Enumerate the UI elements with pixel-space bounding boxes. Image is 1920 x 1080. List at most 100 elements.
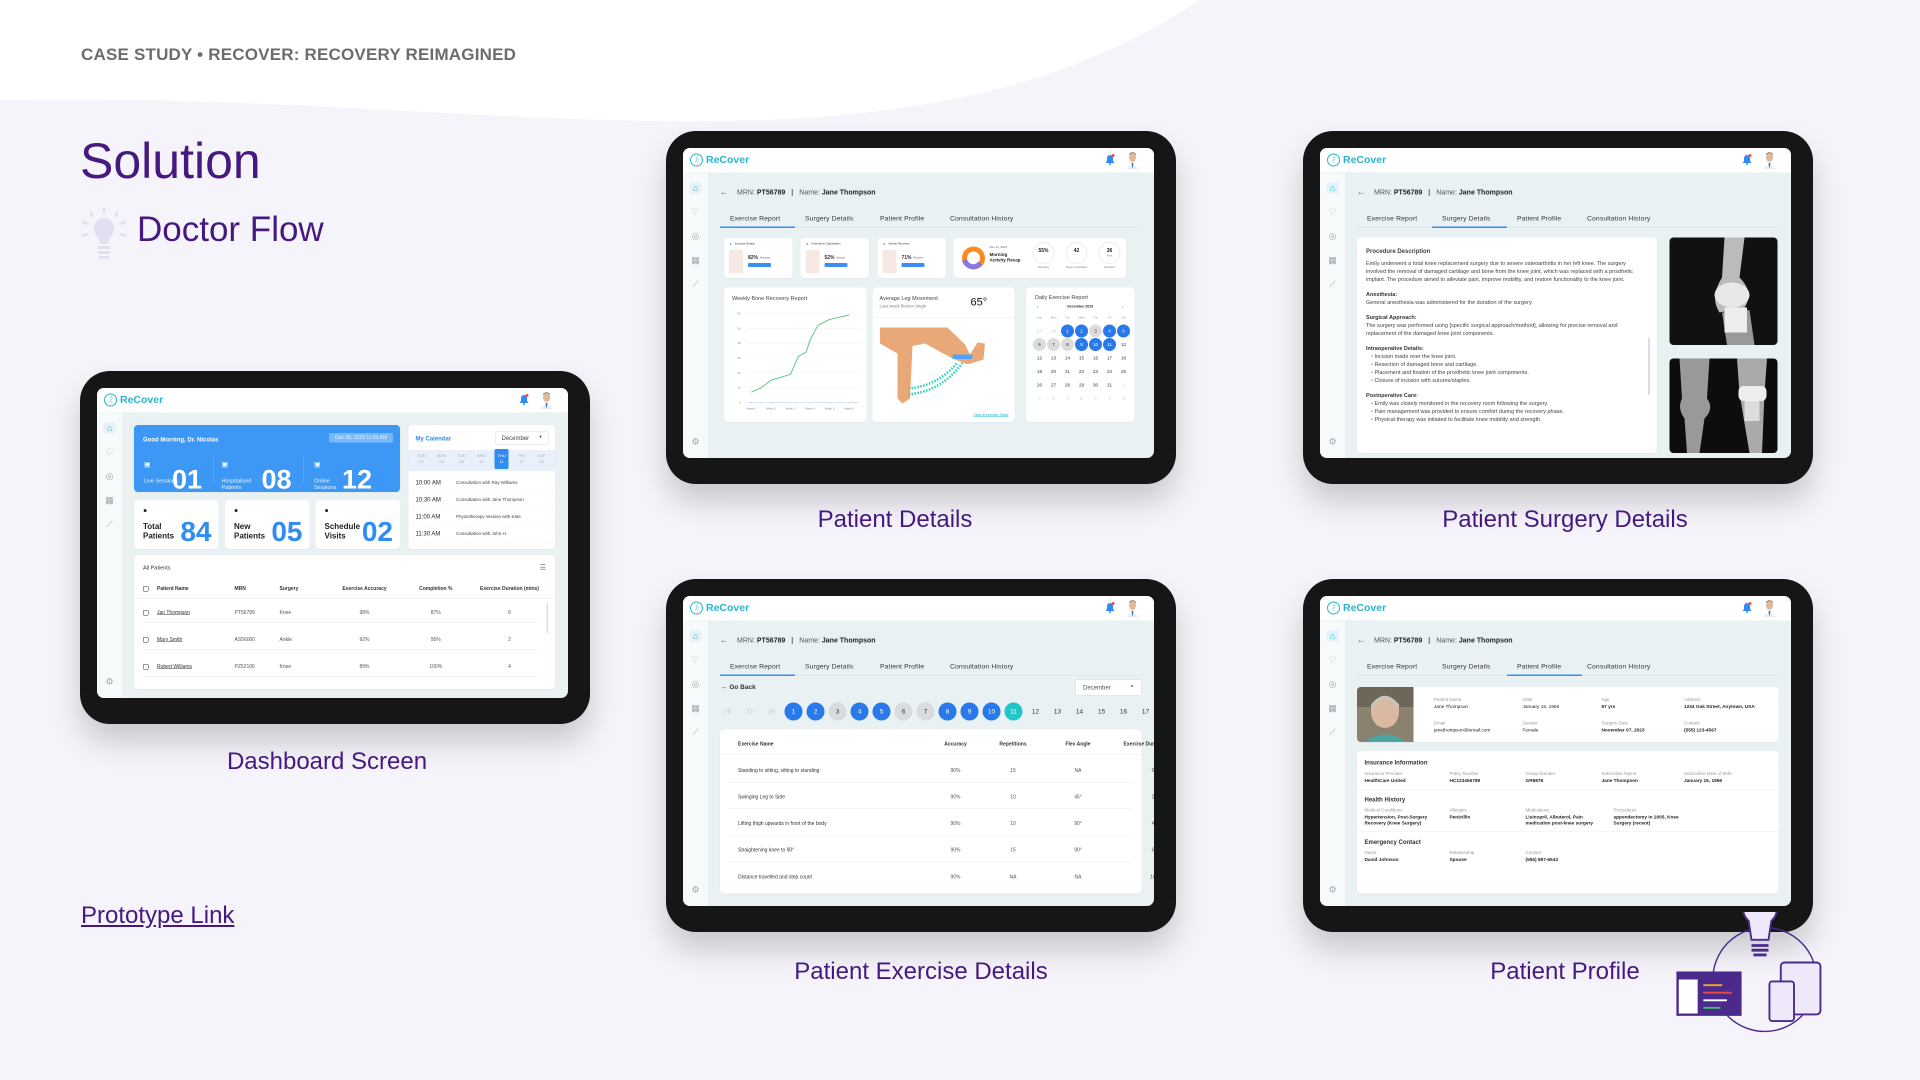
calendar-event[interactable]: 11:30 AM Consultation with John H. [408, 526, 555, 543]
chart-icon[interactable]: ⟋ [104, 518, 116, 530]
day-selector[interactable]: 28 [763, 703, 781, 721]
tab-patient-profile[interactable]: Patient Profile [1507, 212, 1571, 228]
calendar-day[interactable]: 1 [1061, 324, 1074, 338]
day-selector[interactable]: 14 [1071, 703, 1089, 721]
home-icon[interactable]: ⌂ [103, 422, 116, 434]
summary-card[interactable]: ✦ Exercise Details 82% Accuracy [724, 238, 793, 278]
tab-exercise-report[interactable]: Exercise Report [1357, 212, 1427, 228]
calendar-day[interactable]: 3 [1047, 392, 1060, 405]
table-row[interactable]: Mary Smith AS56000 Ankle 92% 95% 2 [143, 630, 538, 650]
view-exercise-stats-link[interactable]: View Exercise Stats [973, 413, 1008, 418]
back-arrow-icon[interactable]: ← [720, 188, 728, 197]
doctor-avatar[interactable] [1125, 152, 1140, 169]
next-month-icon[interactable]: › [1122, 305, 1124, 310]
select-all-checkbox[interactable] [143, 585, 149, 592]
table-row[interactable]: Robert Williams PZ52106 Knee 89% 100% 4 [143, 657, 538, 677]
calendar-day[interactable]: 9 [1075, 338, 1088, 351]
calendar-day[interactable]: 7 [1103, 392, 1116, 405]
day-selector[interactable]: 12 [1027, 703, 1045, 721]
calendar-day[interactable]: 5 [1117, 324, 1130, 338]
summary-card[interactable]: ✦ Knee Bone Calcification 52% Normal [800, 238, 869, 278]
calendar-day[interactable]: MON 08 [435, 453, 449, 468]
row-checkbox[interactable] [143, 664, 149, 670]
patient-name-link[interactable]: Mary Smith [157, 637, 235, 643]
notification-bell-icon[interactable] [1742, 154, 1752, 165]
calendar-event[interactable]: 10:00 AM Consultation with Ray Williams [408, 475, 555, 492]
calendar-day[interactable]: 3 [1089, 324, 1102, 338]
calendar-icon[interactable]: ▦ [1327, 254, 1339, 266]
calendar-day[interactable]: 23 [1089, 365, 1102, 378]
calendar-icon[interactable]: ▦ [690, 702, 702, 714]
calendar-day[interactable]: 12 [1033, 352, 1046, 365]
calendar-day[interactable]: 28 [1061, 379, 1074, 392]
home-icon[interactable]: ⌂ [1326, 630, 1339, 642]
target-icon[interactable]: ◎ [690, 230, 702, 242]
target-icon[interactable]: ◎ [104, 470, 116, 482]
chart-icon[interactable]: ⟋ [690, 278, 702, 290]
chart-icon[interactable]: ⟋ [1327, 726, 1339, 738]
calendar-day[interactable]: 17 [1103, 352, 1116, 365]
chart-icon[interactable]: ⟋ [1327, 278, 1339, 290]
day-selector[interactable]: 2 [806, 702, 825, 721]
patient-name-link[interactable]: Jan Thompson [157, 610, 235, 616]
day-selector[interactable]: 4 [850, 702, 869, 721]
stat-card[interactable]: ● New Patients 05 [225, 500, 310, 549]
day-selector[interactable]: 9 [960, 702, 979, 721]
day-selector[interactable]: 17 [1137, 703, 1155, 721]
day-selector[interactable]: 11 [1004, 702, 1023, 721]
calendar-day[interactable]: WED 10 [475, 453, 489, 468]
back-arrow-icon[interactable]: ← [1357, 636, 1365, 645]
calendar-day[interactable]: 2 [1033, 392, 1046, 405]
day-selector[interactable]: 6 [894, 702, 913, 721]
filter-icon[interactable]: ☰ [540, 563, 546, 572]
day-selector[interactable]: 5 [872, 702, 891, 721]
table-row[interactable]: Lifting thigh upwards in front of the bo… [729, 813, 1154, 836]
tab-patient-profile[interactable]: Patient Profile [870, 212, 934, 228]
calendar-day[interactable]: 14 [1061, 352, 1074, 365]
calendar-icon[interactable]: ▦ [690, 254, 702, 266]
tab-surgery-details[interactable]: Surgery Details [1432, 660, 1500, 676]
calendar-day[interactable]: 21 [1061, 365, 1074, 378]
day-selector[interactable]: 26 [719, 703, 737, 721]
table-row[interactable]: Jan Thompson PT56789 Knee 98% 87% 6 [143, 603, 538, 623]
calendar-day[interactable]: 30 [1089, 379, 1102, 392]
calendar-day[interactable]: 29 [1075, 379, 1088, 392]
calendar-day[interactable]: 27 [1047, 379, 1060, 392]
tab-patient-profile[interactable]: Patient Profile [1507, 660, 1582, 676]
settings-icon[interactable]: ⚙ [690, 436, 702, 448]
calendar-day[interactable]: 19 [1033, 365, 1046, 378]
calendar-day[interactable]: 13 [1047, 352, 1060, 365]
doctor-avatar[interactable] [539, 392, 554, 409]
table-scrollbar[interactable] [546, 603, 548, 633]
settings-icon[interactable]: ⚙ [690, 884, 702, 896]
stat-card[interactable]: ● Schedule Visits 02 [315, 500, 400, 549]
day-selector[interactable]: 7 [916, 702, 935, 721]
day-selector[interactable]: 16 [1115, 703, 1133, 721]
settings-icon[interactable]: ⚙ [1327, 436, 1339, 448]
calendar-icon[interactable]: ▦ [1327, 702, 1339, 714]
tab-patient-profile[interactable]: Patient Profile [870, 660, 934, 676]
calendar-day[interactable]: 5 [1075, 392, 1088, 405]
calendar-day[interactable]: TUE 09 [455, 453, 469, 468]
heart-icon[interactable]: ♡ [1327, 654, 1339, 666]
calendar-day[interactable]: 25 [1117, 365, 1130, 378]
calendar-day[interactable]: 2 [1075, 324, 1088, 338]
tab-surgery-details[interactable]: Surgery Details [795, 660, 863, 676]
calendar-day[interactable]: FRI 12 [515, 453, 529, 468]
calendar-day[interactable]: SAT 13 [535, 453, 549, 468]
calendar-day[interactable]: 4 [1103, 324, 1116, 338]
calendar-icon[interactable]: ▦ [104, 494, 116, 506]
tab-consultation-history[interactable]: Consultation History [1577, 660, 1660, 676]
row-checkbox[interactable] [143, 610, 149, 616]
stat-card[interactable]: ● Total Patients 84 [134, 500, 219, 549]
target-icon[interactable]: ◎ [1327, 230, 1339, 242]
calendar-day[interactable]: 7 [1047, 338, 1060, 351]
calendar-day[interactable]: 6 [1033, 338, 1046, 351]
day-selector[interactable]: 10 [982, 702, 1001, 721]
back-arrow-icon[interactable]: ← [720, 636, 728, 645]
calendar-event[interactable]: 10:30 AM Consultation with Jane Thompson [408, 492, 555, 509]
target-icon[interactable]: ◎ [1327, 678, 1339, 690]
day-selector[interactable]: 13 [1049, 703, 1067, 721]
calendar-day[interactable]: 10 [1089, 338, 1102, 351]
calendar-day[interactable]: 8 [1061, 338, 1074, 351]
